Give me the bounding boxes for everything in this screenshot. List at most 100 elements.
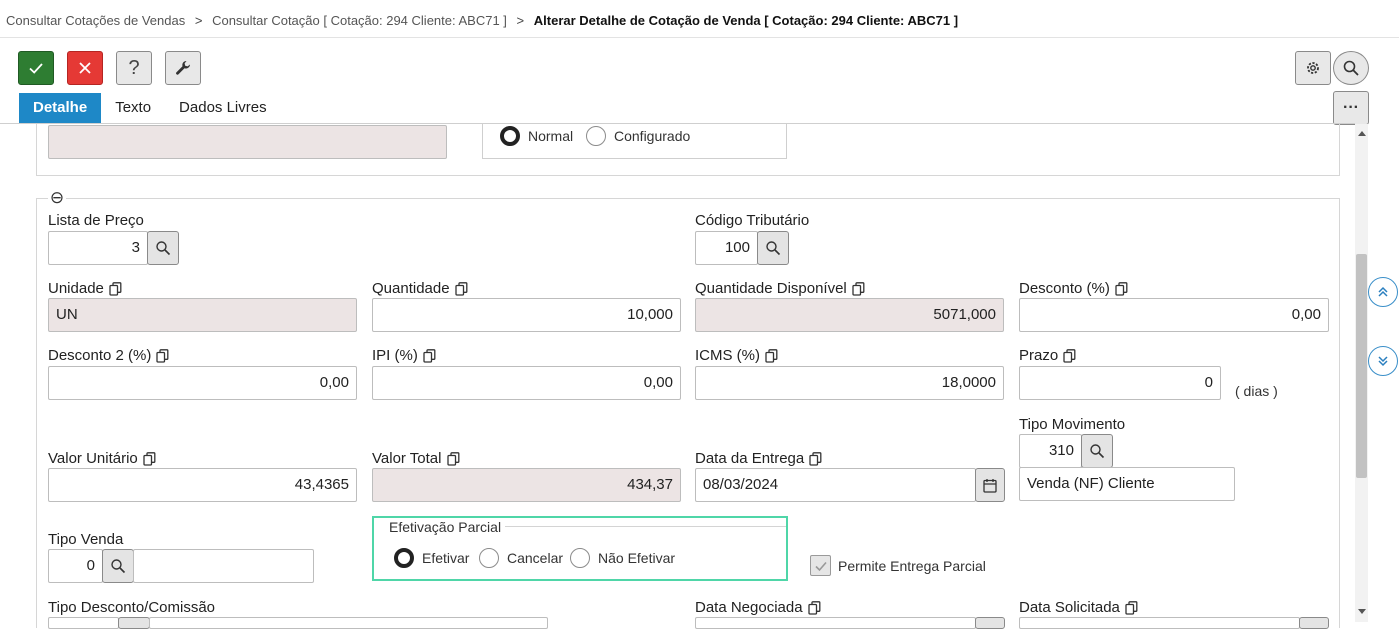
codigo-tributario-input[interactable]: 100 xyxy=(695,231,758,265)
search-icon xyxy=(1343,60,1359,76)
breadcrumb-separator: > xyxy=(516,13,525,28)
breadcrumb-separator: > xyxy=(194,13,203,28)
scroll-bottom-button[interactable] xyxy=(1368,346,1398,376)
copy-icon[interactable] xyxy=(1125,600,1138,615)
search-icon xyxy=(1090,444,1105,459)
icms-input[interactable]: 18,0000 xyxy=(695,366,1004,400)
radio-configurado-label: Configurado xyxy=(614,128,691,144)
quantidade-disponivel-label: Quantidade Disponível xyxy=(695,280,865,297)
copy-icon[interactable] xyxy=(1063,348,1076,363)
top-readonly-field xyxy=(48,125,447,159)
data-solicitada-calendar-button[interactable] xyxy=(1299,617,1329,629)
scroll-up-icon[interactable] xyxy=(1356,128,1367,138)
help-button[interactable]: ? xyxy=(116,51,152,85)
tipo-desconto-comissao-input[interactable] xyxy=(48,617,119,629)
copy-icon[interactable] xyxy=(454,281,468,296)
ipi-label-text: IPI (%) xyxy=(372,347,418,364)
quantidade-disponivel-label-text: Quantidade Disponível xyxy=(695,280,847,297)
prazo-input[interactable]: 0 xyxy=(1019,366,1221,400)
breadcrumb-link-consultar-cotacao[interactable]: Consultar Cotação [ Cotação: 294 Cliente… xyxy=(212,13,507,28)
search-button[interactable] xyxy=(1333,51,1369,85)
collapse-icon[interactable]: ⊖ xyxy=(48,188,66,208)
breadcrumb: Consultar Cotações de Vendas > Consultar… xyxy=(6,13,958,28)
copy-icon[interactable] xyxy=(1115,281,1128,296)
calendar-icon xyxy=(983,478,997,493)
ipi-input[interactable]: 0,00 xyxy=(372,366,681,400)
check-icon xyxy=(29,63,43,74)
data-negociada-input[interactable] xyxy=(695,617,976,629)
quantidade-label: Quantidade xyxy=(372,280,468,297)
radio-efetivar[interactable]: Efetivar xyxy=(394,548,469,568)
copy-icon[interactable] xyxy=(807,600,821,615)
tab-texto[interactable]: Texto xyxy=(101,93,165,123)
data-entrega-input[interactable]: 08/03/2024 xyxy=(695,468,976,502)
desconto2-label-text: Desconto 2 (%) xyxy=(48,347,152,364)
copy-icon[interactable] xyxy=(143,451,156,466)
tipo-desconto-comissao-description[interactable] xyxy=(149,617,548,629)
radio-cancelar-label: Cancelar xyxy=(507,550,564,566)
tab-dados-livres[interactable]: Dados Livres xyxy=(165,93,281,123)
copy-icon[interactable] xyxy=(765,348,778,363)
valor-unitario-label-text: Valor Unitário xyxy=(48,450,138,467)
radio-normal[interactable]: Normal xyxy=(500,126,573,146)
prazo-label: Prazo xyxy=(1019,347,1076,364)
tools-button[interactable] xyxy=(165,51,201,85)
efetivacao-parcial-legend: Efetivação Parcial xyxy=(385,519,506,535)
lista-preco-input[interactable]: 3 xyxy=(48,231,148,265)
valor-total-field: 434,37 xyxy=(372,468,681,502)
data-entrega-label: Data da Entrega xyxy=(695,450,822,467)
tipo-venda-input[interactable]: 0 xyxy=(48,549,103,583)
radio-configurado[interactable]: Configurado xyxy=(586,126,690,146)
prazo-suffix: ( dias ) xyxy=(1235,383,1278,399)
valor-unitario-input[interactable]: 43,4365 xyxy=(48,468,357,502)
scroll-down-icon[interactable] xyxy=(1356,607,1367,617)
confirm-button[interactable] xyxy=(18,51,54,85)
tipo-movimento-search-button[interactable] xyxy=(1081,434,1113,468)
breadcrumb-link-consultar-cotacoes[interactable]: Consultar Cotações de Vendas xyxy=(6,13,185,28)
tipo-venda-label: Tipo Venda xyxy=(48,531,124,548)
data-negociada-calendar-button[interactable] xyxy=(975,617,1005,629)
copy-icon[interactable] xyxy=(109,281,122,296)
more-options-button[interactable]: ··· xyxy=(1333,91,1369,125)
copy-icon[interactable] xyxy=(156,348,169,363)
icms-label-text: ICMS (%) xyxy=(695,347,760,364)
scroll-top-button[interactable] xyxy=(1368,277,1398,307)
tipo-venda-description[interactable] xyxy=(133,549,314,583)
tipo-movimento-description[interactable]: Venda (NF) Cliente xyxy=(1019,467,1235,501)
tipo-movimento-input[interactable]: 310 xyxy=(1019,434,1082,468)
data-negociada-label: Data Negociada xyxy=(695,599,821,616)
data-solicitada-input[interactable] xyxy=(1019,617,1300,629)
tipo-venda-search-button[interactable] xyxy=(102,549,134,583)
scrollbar-thumb[interactable] xyxy=(1356,254,1367,478)
desconto2-input[interactable]: 0,00 xyxy=(48,366,357,400)
search-icon xyxy=(111,559,126,574)
quantidade-label-text: Quantidade xyxy=(372,280,450,297)
data-negociada-label-text: Data Negociada xyxy=(695,599,803,616)
copy-icon[interactable] xyxy=(446,451,460,466)
header-divider xyxy=(0,37,1399,38)
lista-preco-search-button[interactable] xyxy=(147,231,179,265)
prazo-label-text: Prazo xyxy=(1019,347,1059,364)
copy-icon[interactable] xyxy=(809,451,822,466)
quantidade-input[interactable]: 10,000 xyxy=(372,298,681,332)
radio-cancelar[interactable]: Cancelar xyxy=(479,548,563,568)
wrench-icon xyxy=(176,60,190,75)
radio-efetivar-label: Efetivar xyxy=(422,550,470,566)
permite-entrega-parcial-checkbox[interactable] xyxy=(810,555,831,576)
search-icon xyxy=(766,241,781,256)
desconto-label-text: Desconto (%) xyxy=(1019,280,1110,297)
valor-total-label: Valor Total xyxy=(372,450,460,467)
copy-icon[interactable] xyxy=(852,281,865,296)
settings-button[interactable] xyxy=(1295,51,1331,85)
tab-detalhe[interactable]: Detalhe xyxy=(19,93,102,123)
data-entrega-calendar-button[interactable] xyxy=(975,468,1005,502)
radio-nao-efetivar[interactable]: Não Efetivar xyxy=(570,548,675,568)
codigo-tributario-search-button[interactable] xyxy=(757,231,789,265)
data-solicitada-label-text: Data Solicitada xyxy=(1019,599,1120,616)
breadcrumb-current: Alterar Detalhe de Cotação de Venda [ Co… xyxy=(533,13,959,28)
desconto-input[interactable]: 0,00 xyxy=(1019,298,1329,332)
tipo-desconto-comissao-search-button[interactable] xyxy=(118,617,150,629)
cancel-button[interactable] xyxy=(67,51,103,85)
copy-icon[interactable] xyxy=(423,348,436,363)
check-icon xyxy=(814,561,827,571)
